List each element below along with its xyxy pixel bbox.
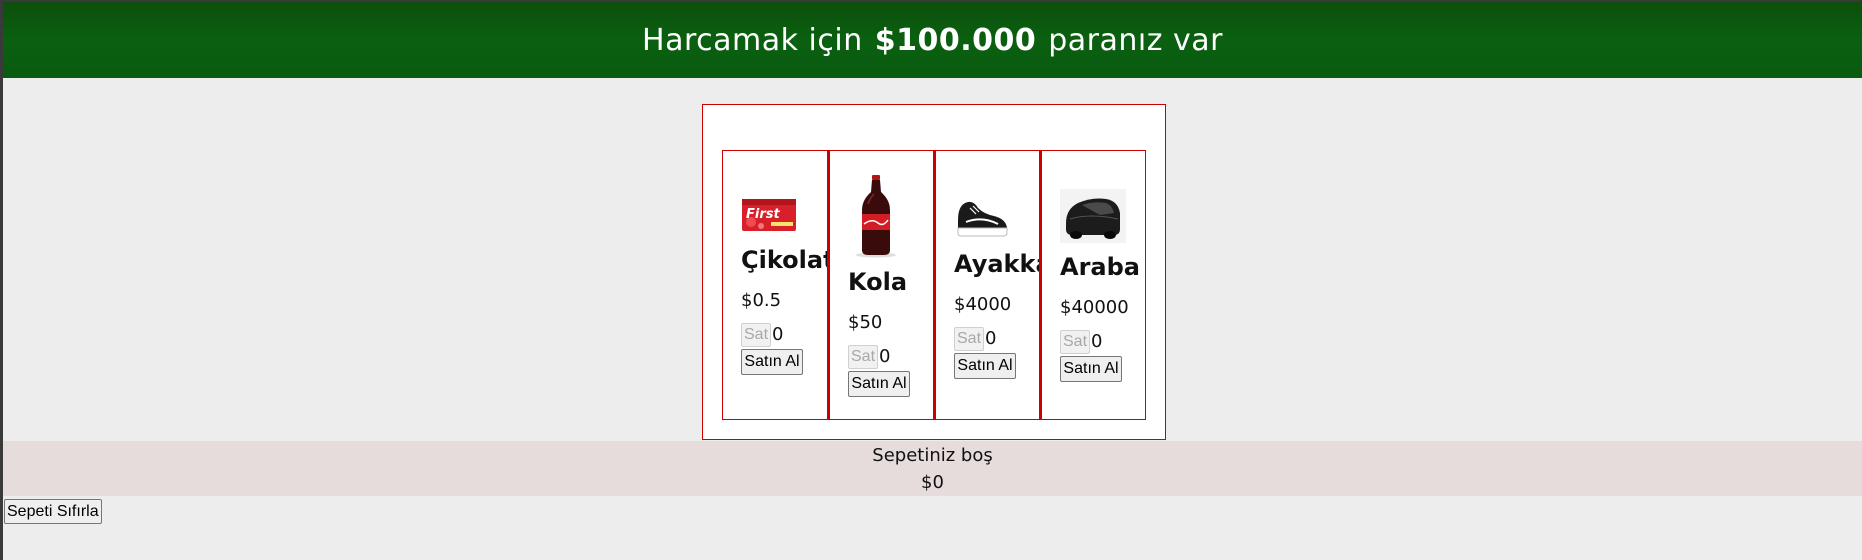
chewing-gum-pack-image: First bbox=[742, 198, 796, 231]
quantity-row: Sat 0 bbox=[741, 322, 827, 347]
cart-summary: Sepetiniz boş $0 bbox=[3, 441, 1862, 496]
svg-text:First: First bbox=[746, 207, 780, 222]
product-card: Araba $40000 Sat 0 Satın Al bbox=[1040, 150, 1146, 420]
product-list: First Çikolata $0.5 Sat 0 Satın Al Kola bbox=[722, 150, 1146, 420]
buy-button[interactable]: Satın Al bbox=[954, 352, 1016, 379]
balance-header: Harcamak için $100.000 paranız var bbox=[3, 2, 1862, 78]
product-card: First Çikolata $0.5 Sat 0 Satın Al bbox=[722, 150, 828, 420]
product-name: Kola bbox=[848, 267, 908, 296]
quantity-value: 0 bbox=[879, 346, 891, 367]
cart-status: Sepetiniz boş bbox=[872, 444, 993, 466]
quantity-value: 0 bbox=[1091, 331, 1103, 352]
shop-container: First Çikolata $0.5 Sat 0 Satın Al Kola bbox=[702, 104, 1166, 440]
buy-button[interactable]: Satın Al bbox=[741, 348, 803, 375]
product-price: $4000 bbox=[954, 293, 1012, 315]
buy-button[interactable]: Satın Al bbox=[848, 370, 910, 397]
product-card: Ayakkabı $4000 Sat 0 Satın Al bbox=[934, 150, 1040, 420]
product-name: Çikolata bbox=[741, 245, 827, 274]
cart-total: $0 bbox=[921, 471, 944, 493]
reset-cart-button[interactable]: Sepeti Sıfırla bbox=[4, 499, 102, 524]
cola-bottle-image bbox=[856, 174, 896, 257]
balance-amount: $100.000 bbox=[874, 22, 1037, 58]
header-prefix: Harcamak için bbox=[642, 22, 863, 58]
quantity-row: Sat 0 bbox=[1060, 329, 1145, 354]
product-price: $40000 bbox=[1060, 296, 1129, 318]
sell-button[interactable]: Sat bbox=[1060, 329, 1090, 354]
product-price: $0.5 bbox=[741, 289, 782, 311]
quantity-value: 0 bbox=[985, 328, 997, 349]
product-name: Araba bbox=[1060, 252, 1140, 281]
product-price: $50 bbox=[848, 311, 883, 333]
product-name: Ayakkabı bbox=[954, 249, 1039, 278]
quantity-row: Sat 0 bbox=[848, 344, 933, 369]
buy-button[interactable]: Satın Al bbox=[1060, 355, 1122, 382]
quantity-value: 0 bbox=[772, 324, 784, 345]
sneaker-shoe-image bbox=[957, 201, 1008, 236]
sell-button[interactable]: Sat bbox=[954, 326, 984, 351]
sell-button[interactable]: Sat bbox=[848, 344, 878, 369]
quantity-row: Sat 0 bbox=[954, 326, 1039, 351]
product-card: Kola $50 Sat 0 Satın Al bbox=[828, 150, 934, 420]
header-suffix: paranız var bbox=[1048, 22, 1223, 58]
sell-button[interactable]: Sat bbox=[741, 322, 771, 347]
black-car-image bbox=[1060, 188, 1126, 243]
